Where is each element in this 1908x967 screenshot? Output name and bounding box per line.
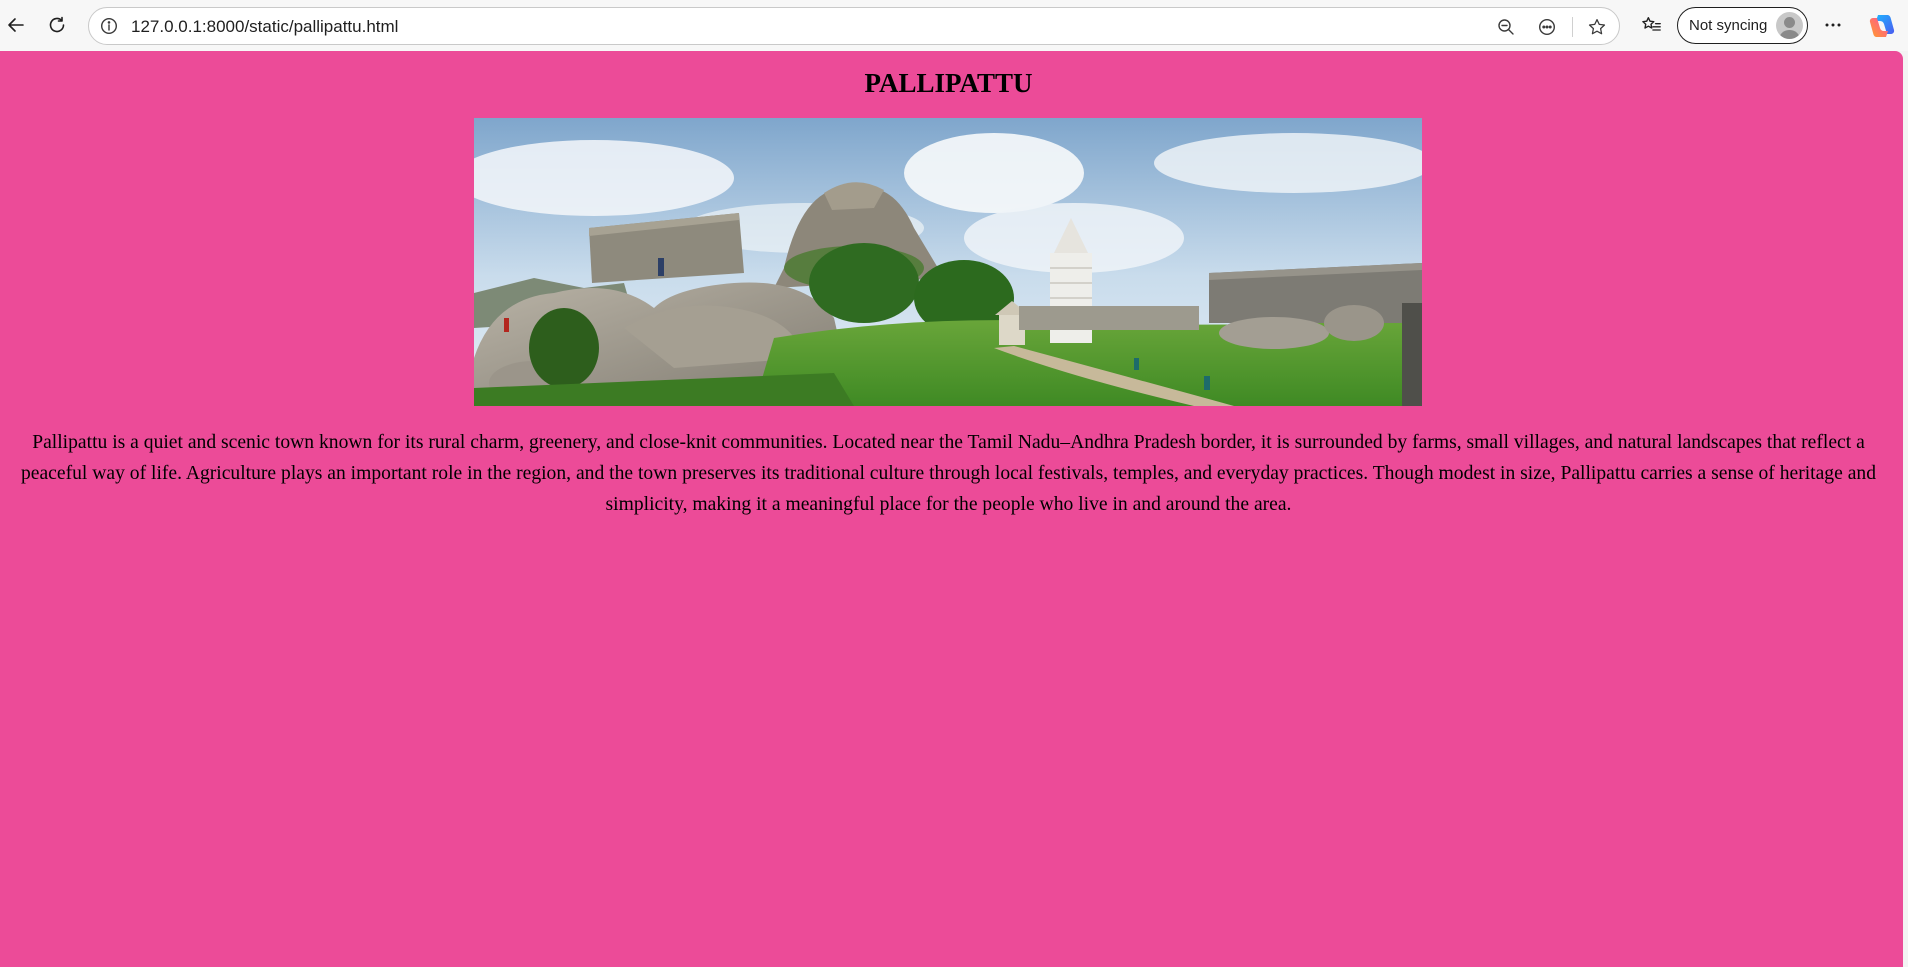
browser-toolbar: 127.0.0.1:8000/static/pallipattu.html No…: [0, 0, 1908, 51]
info-icon[interactable]: [99, 16, 119, 36]
address-bar[interactable]: 127.0.0.1:8000/static/pallipattu.html: [88, 7, 1620, 45]
sync-status-label: Not syncing: [1689, 17, 1768, 34]
reload-icon[interactable]: [41, 9, 73, 41]
url-text[interactable]: 127.0.0.1:8000/static/pallipattu.html: [131, 17, 398, 37]
avatar: [1776, 12, 1803, 39]
copilot-icon[interactable]: [1868, 12, 1896, 40]
page-viewport: PALLIPATTU Pallipattu is a quiet and sce…: [0, 51, 1903, 967]
star-icon[interactable]: [1585, 15, 1609, 39]
page-actions-icon[interactable]: [1535, 15, 1559, 39]
address-bar-separator: [1572, 17, 1573, 37]
back-arrow-icon[interactable]: [0, 9, 32, 41]
more-dots-icon[interactable]: [1817, 9, 1849, 41]
page-description: Pallipattu is a quiet and scenic town kn…: [20, 432, 1876, 515]
page-title: PALLIPATTU: [864, 68, 1033, 98]
favorites-list-icon[interactable]: [1636, 9, 1668, 41]
hero-landscape-image: [474, 118, 1422, 406]
profile-sync-button[interactable]: Not syncing: [1677, 7, 1808, 44]
zoom-out-icon[interactable]: [1494, 15, 1518, 39]
